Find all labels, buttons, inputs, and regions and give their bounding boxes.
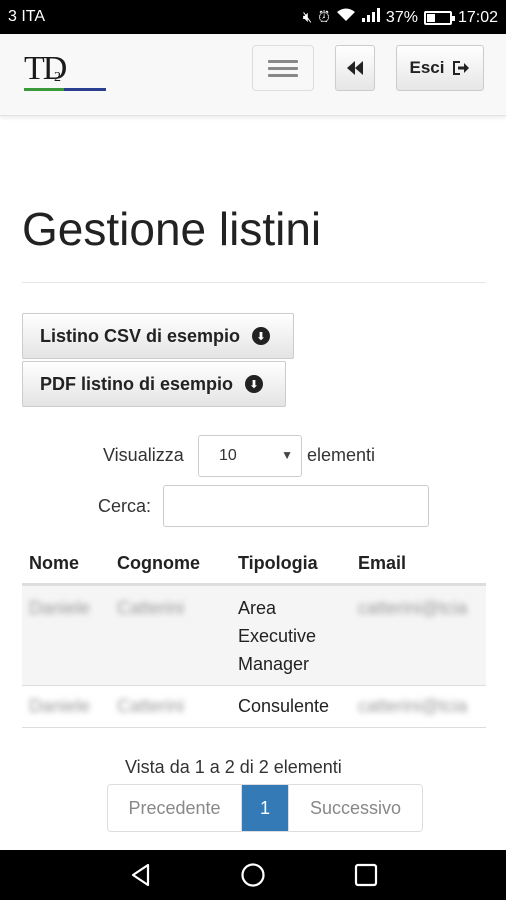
cell-nome: Daniele [29,598,91,618]
exit-button[interactable]: Esci [396,45,484,91]
menu-toggle-button[interactable] [252,45,314,91]
length-suffix-label: elementi [307,445,376,465]
column-header-tipologia[interactable]: Tipologia [238,553,318,574]
log-out-icon [453,61,470,75]
download-csv-button[interactable]: Listino CSV di esempio ⬇︎ [22,313,294,359]
search-label: Cerca: [98,496,152,516]
hamburger-bar [268,74,298,77]
page-length-select[interactable]: 10 ▼ [198,435,302,477]
status-bar: 3 ITA 🔇︎ ⏰︎ 37% 17:02 [0,0,506,34]
column-header-email[interactable]: Email [358,553,406,574]
clock: 17:02 [457,8,498,26]
cell-nome: Daniele [29,696,91,716]
alarm-icon: ⏰︎ [318,8,330,26]
download-circle-icon: ⬇︎ [245,375,264,393]
cell-email: catterini@tcia [358,696,468,716]
table-info: Vista da 1 a 2 di 2 elementi [125,757,342,777]
download-pdf-button[interactable]: PDF listino di esempio ⬇︎ [22,361,286,407]
cell-cognome: Catterini [117,598,185,618]
tipologia-line: Manager [238,654,310,674]
table-header: Nome Cognome Tipologia Email [22,540,486,586]
wifi-icon [336,8,356,27]
tipologia-line: Area [238,598,277,618]
back-triangle-icon[interactable] [128,862,154,888]
fast-backward-icon [347,61,363,75]
status-icons: 🔇︎ ⏰︎ 37% 17:02 [303,8,498,27]
page-1-button[interactable]: 1 [242,785,288,831]
logo-subscript: 2 [54,70,61,85]
page-length-value: 10 [219,447,237,464]
cell-tipologia: Area Executive Manager [238,594,316,678]
hamburger-bar [268,67,298,70]
logo-green-line [24,88,64,91]
top-navbar: TD 2 Esci [0,34,506,116]
signal-icon [361,8,380,27]
battery-percent: 37% [385,8,418,26]
download-circle-icon: ⬇︎ [252,327,271,345]
title-divider [22,282,486,283]
exit-label: Esci [409,58,445,77]
table-row[interactable]: Daniele Catterini Area Executive Manager… [22,586,486,686]
recents-square-icon[interactable] [353,862,379,888]
cell-cognome: Catterini [117,696,185,716]
column-header-cognome[interactable]: Cognome [117,553,200,574]
battery-fill [426,13,435,22]
tipologia-line: Executive [238,626,317,646]
previous-page-button[interactable]: Precedente [108,785,242,831]
t2d-logo[interactable]: TD 2 [24,50,108,91]
cell-tipologia: Consulente [238,696,330,716]
table-row[interactable]: Daniele Catterini Consulente catterini@t… [22,686,486,728]
android-navigation-bar [0,850,506,900]
hamburger-icon [268,60,298,63]
mute-icon: 🔇︎ [302,8,313,26]
logo-blue-line [64,88,106,91]
listini-table: Nome Cognome Tipologia Email Daniele Cat… [22,540,486,728]
carrier-label: 3 ITA [8,8,46,25]
home-circle-icon[interactable] [240,862,266,888]
cell-email: catterini@tcia [358,598,468,618]
search-input[interactable] [163,485,429,527]
download-csv-label: Listino CSV di esempio [40,325,241,346]
page-title: Gestione listini [22,203,322,255]
next-page-button[interactable]: Successivo [288,785,422,831]
length-prefix-label: Visualizza [103,445,184,465]
back-button[interactable] [335,45,375,91]
pagination: Precedente 1 Successivo [107,784,423,832]
battery-icon [423,10,455,25]
column-header-nome[interactable]: Nome [29,553,79,574]
download-pdf-label: PDF listino di esempio [40,373,234,394]
dropdown-arrow-icon: ▼ [281,448,293,462]
